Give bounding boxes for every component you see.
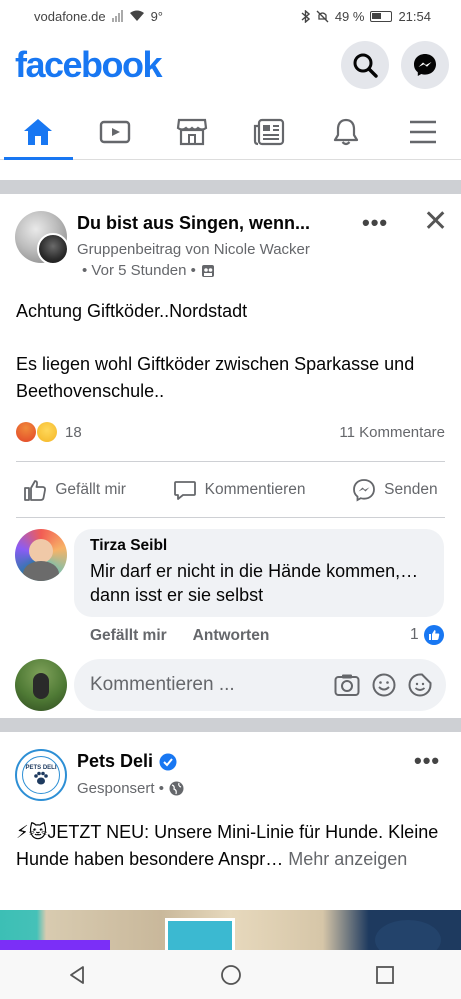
comment-reply-button[interactable]: Antworten (193, 627, 270, 645)
sponsored-post: PETS DELI Pets Deli Gesponsert • ••• ⚡🐱J… (0, 732, 461, 910)
thumbs-up-icon (24, 480, 47, 501)
search-icon (353, 53, 378, 78)
battery-icon (370, 10, 393, 22)
ad-product-pack (165, 918, 235, 952)
share-label: Senden (384, 481, 438, 498)
comment-input[interactable]: Kommentieren ... (74, 659, 446, 711)
comment-button[interactable]: Kommentieren (173, 478, 306, 502)
messenger-icon (414, 54, 436, 76)
see-more-link[interactable]: Mehr anzeigen (288, 849, 407, 869)
sad-reaction-icon (37, 422, 57, 442)
close-icon[interactable]: ✕ (423, 204, 448, 239)
sponsored-body: ⚡🐱JETZT NEU: Unsere Mini-Linie für Hunde… (16, 819, 445, 873)
temperature-label: 9° (150, 8, 164, 24)
messenger-share-icon (353, 479, 376, 502)
camera-icon[interactable] (334, 673, 360, 697)
comment-likes: 1 (410, 626, 419, 643)
comment-bubble: Tirza Seibl Mir darf er nicht in die Hän… (74, 529, 444, 617)
comment-author[interactable]: Tirza Seibl (90, 537, 428, 555)
comment-like-button[interactable]: Gefällt mir (90, 627, 167, 645)
comment-actions: Gefällt mir Antworten (90, 627, 269, 645)
post-timestamp[interactable]: • Vor 5 Stunden • (82, 262, 196, 279)
mute-icon (316, 10, 329, 22)
messenger-button[interactable] (401, 41, 449, 89)
clock: 21:54 (398, 8, 431, 24)
sponsor-name[interactable]: Pets Deli (77, 751, 153, 772)
group-post: Du bist aus Singen, wenn... Gruppenbeitr… (0, 194, 461, 714)
comment-text: Mir darf er nicht in die Hände kommen,… … (90, 561, 419, 605)
commenter-avatar[interactable] (15, 529, 67, 581)
post-body-line1: Achtung Giftköder..Nordstadt (16, 301, 248, 321)
facebook-logo[interactable]: facebook (15, 44, 163, 86)
app-header: facebook (0, 36, 461, 96)
post-body-line2: Es liegen wohl Giftköder zwischen Sparka… (16, 354, 415, 401)
bell-icon (333, 118, 358, 145)
group-privacy-icon (201, 264, 214, 277)
system-nav-bar (0, 950, 461, 999)
like-button[interactable]: Gefällt mir (23, 478, 126, 502)
tab-video[interactable] (77, 104, 154, 159)
video-icon (100, 120, 131, 143)
recents-icon[interactable] (375, 965, 395, 985)
comment-like-count[interactable]: 1 (410, 625, 444, 645)
bluetooth-icon (301, 9, 310, 23)
sponsored-label[interactable]: Gesponsert • (77, 780, 164, 797)
ad-image[interactable] (0, 910, 461, 952)
post-divider-top (16, 461, 445, 462)
comment-label: Kommentieren (204, 481, 306, 498)
home-circle-icon[interactable] (220, 964, 242, 986)
comment-icon (173, 481, 196, 500)
emoji-icon[interactable] (372, 673, 396, 697)
tab-notifications[interactable] (307, 104, 384, 159)
post-actions: Gefällt mir Kommentieren Senden (0, 470, 461, 510)
signal-icon (111, 10, 123, 22)
my-avatar[interactable] (15, 659, 67, 711)
ad-product-logo (375, 920, 441, 952)
post-options-button[interactable]: ••• (362, 210, 388, 236)
group-avatar[interactable] (15, 211, 69, 265)
post-divider-bottom (16, 517, 445, 518)
nav-tabs (0, 104, 461, 160)
sponsored-options-button[interactable]: ••• (414, 748, 440, 774)
battery-percent: 49 % (334, 8, 365, 24)
share-button[interactable]: Senden (352, 478, 438, 502)
tab-menu[interactable] (384, 104, 461, 159)
home-icon (24, 118, 53, 145)
marketplace-icon (176, 118, 208, 145)
angry-reaction-icon (16, 422, 36, 442)
pets-deli-avatar[interactable]: PETS DELI (15, 749, 67, 801)
sponsor-name-row: Pets Deli (77, 751, 177, 772)
wifi-icon (129, 10, 144, 21)
tab-news[interactable] (230, 104, 307, 159)
tab-marketplace[interactable] (154, 104, 231, 159)
news-icon (253, 118, 284, 145)
author-avatar[interactable] (37, 233, 69, 265)
like-label: Gefällt mir (55, 481, 126, 498)
comment-input-placeholder: Kommentieren ... (90, 674, 235, 695)
reaction-summary: 18 11 Kommentare (16, 420, 445, 444)
verified-badge-icon (159, 753, 177, 770)
globe-icon (169, 781, 184, 796)
tab-home[interactable] (0, 104, 77, 160)
search-button[interactable] (341, 41, 389, 89)
status-bar: vodafone.de 9° 49 % 21:54 (0, 0, 461, 32)
feed-separator-2 (0, 718, 461, 732)
carrier-label: vodafone.de (34, 8, 106, 24)
sponsored-meta: Gesponsert • (77, 780, 184, 797)
comments-count[interactable]: 11 Kommentare (339, 424, 445, 441)
menu-icon (409, 120, 436, 143)
post-meta: • Vor 5 Stunden • (82, 262, 215, 279)
like-badge-icon (423, 625, 444, 645)
reactions-count-button[interactable]: 18 (16, 422, 82, 442)
post-group-author[interactable]: Gruppenbeitrag von Nicole Wacker (77, 241, 310, 258)
feed-separator (0, 180, 461, 194)
sticker-icon[interactable] (408, 673, 432, 697)
back-icon[interactable] (66, 964, 88, 986)
reactions-count: 18 (65, 423, 82, 441)
post-group-title[interactable]: Du bist aus Singen, wenn... (77, 213, 310, 234)
paw-icon (34, 771, 48, 785)
